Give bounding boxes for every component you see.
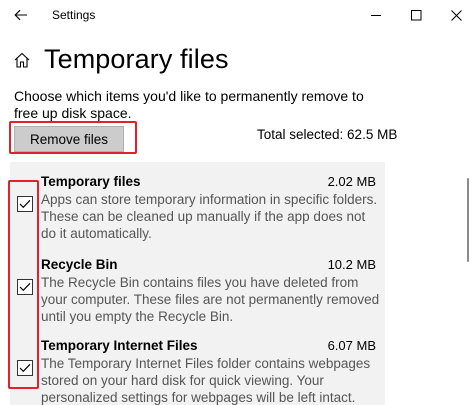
back-arrow-icon bbox=[14, 9, 27, 21]
maximize-icon bbox=[410, 9, 421, 20]
minimize-icon bbox=[370, 14, 381, 16]
scrollbar[interactable] bbox=[467, 178, 469, 262]
item-size: 10.2 MB bbox=[327, 257, 376, 272]
remove-files-button[interactable]: Remove files bbox=[14, 126, 124, 152]
page-title: Temporary files bbox=[44, 44, 229, 74]
back-button[interactable] bbox=[6, 4, 36, 26]
checkmark-icon bbox=[19, 199, 31, 209]
item-name: Recycle Bin bbox=[41, 257, 118, 272]
home-icon[interactable] bbox=[14, 52, 30, 68]
temporary-internet-files-checkbox[interactable] bbox=[17, 360, 33, 376]
temporary-files-checkbox[interactable] bbox=[17, 196, 33, 212]
close-button[interactable] bbox=[436, 4, 474, 26]
page-header: Temporary files bbox=[14, 44, 229, 75]
window-title: Settings bbox=[52, 8, 96, 22]
close-icon bbox=[450, 9, 462, 21]
item-description: The Temporary Internet Files folder cont… bbox=[41, 356, 371, 405]
title-bar: Settings bbox=[0, 0, 474, 30]
page-description: Choose which items you'd like to permane… bbox=[14, 88, 364, 121]
total-selected: Total selected: 62.5 MB bbox=[257, 127, 398, 142]
item-size: 6.07 MB bbox=[327, 338, 376, 353]
checkmark-icon bbox=[19, 282, 31, 292]
maximize-button[interactable] bbox=[396, 4, 436, 26]
item-name: Temporary Internet Files bbox=[41, 338, 198, 353]
minimize-button[interactable] bbox=[356, 4, 396, 26]
recycle-bin-checkbox[interactable] bbox=[17, 279, 33, 295]
item-name: Temporary files bbox=[41, 174, 141, 189]
temp-files-list: Temporary files 2.02 MB Apps can store t… bbox=[10, 162, 385, 405]
item-size: 2.02 MB bbox=[327, 174, 376, 189]
item-description: Apps can store temporary information in … bbox=[41, 192, 378, 241]
item-description: The Recycle Bin contains files you have … bbox=[41, 275, 380, 324]
checkmark-icon bbox=[19, 363, 31, 373]
